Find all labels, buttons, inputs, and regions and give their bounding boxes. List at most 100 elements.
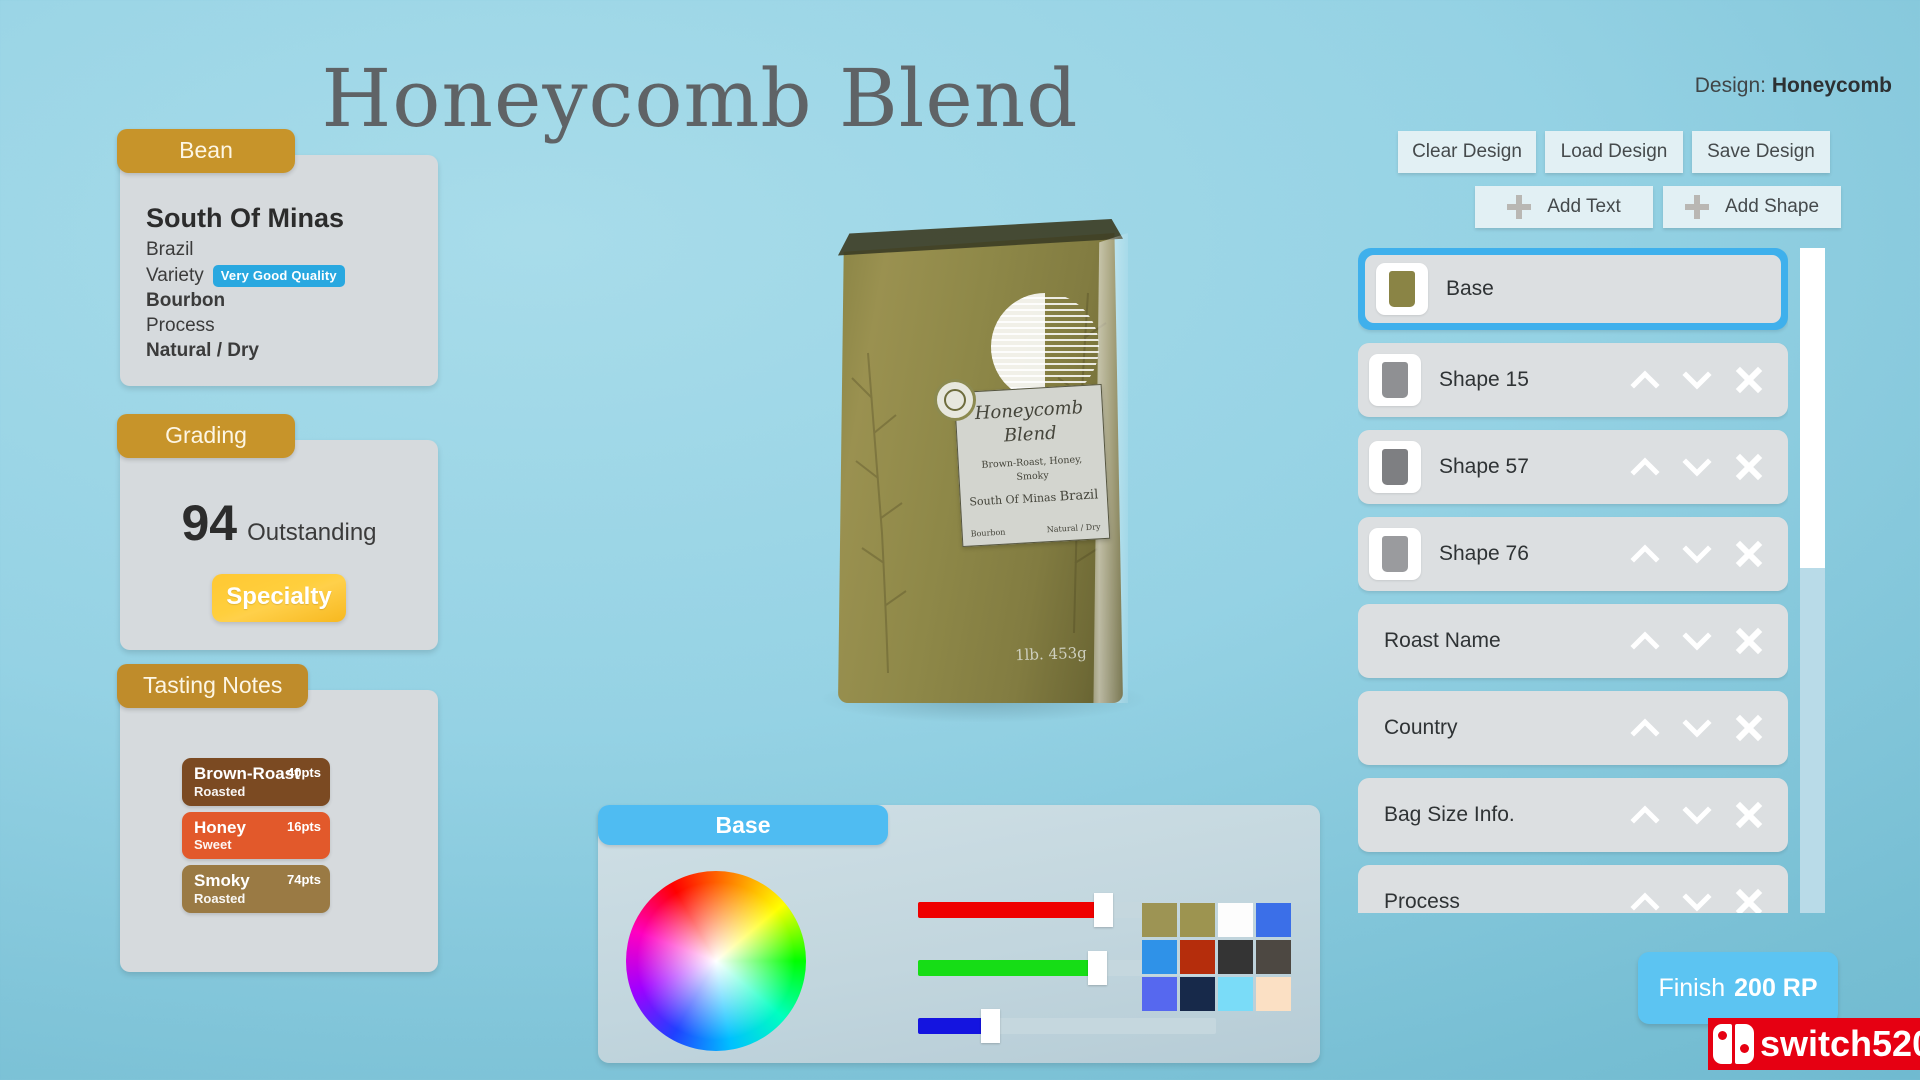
grade-row: 94 Outstanding <box>120 482 438 552</box>
layer-thumbnail <box>1369 441 1421 493</box>
color-swatch[interactable] <box>1142 977 1177 1011</box>
color-swatch[interactable] <box>1180 977 1215 1011</box>
color-swatch[interactable] <box>1180 903 1215 937</box>
color-swatch[interactable] <box>1256 940 1291 974</box>
grading-card: Grading 94 Outstanding Specialty <box>117 414 438 650</box>
grade-score: 94 <box>181 495 238 551</box>
layer-row[interactable]: Roast Name <box>1358 604 1788 678</box>
layer-list[interactable]: Base Shape 15 Shape 57 Shape 76 Roast Name Co… <box>1358 248 1788 913</box>
layer-controls <box>1630 452 1764 482</box>
layer-row[interactable]: Base <box>1358 248 1788 330</box>
chevron-up-icon[interactable] <box>1630 539 1660 569</box>
layer-controls <box>1630 626 1764 656</box>
red-slider-fill <box>918 902 1103 918</box>
chevron-down-icon[interactable] <box>1682 365 1712 395</box>
close-x-icon[interactable] <box>1734 452 1764 482</box>
chevron-up-icon[interactable] <box>1630 365 1660 395</box>
chevron-up-icon[interactable] <box>1630 800 1660 830</box>
chevron-down-icon[interactable] <box>1682 539 1712 569</box>
close-x-icon[interactable] <box>1734 539 1764 569</box>
add-shape-button[interactable]: Add Shape <box>1663 186 1841 228</box>
design-label-value: Honeycomb <box>1771 74 1892 97</box>
chevron-up-icon[interactable] <box>1630 887 1660 913</box>
color-swatch[interactable] <box>1256 903 1291 937</box>
tasting-note-points: 74pts <box>287 872 321 888</box>
close-x-icon[interactable] <box>1734 713 1764 743</box>
plus-icon <box>1507 195 1532 219</box>
layer-name: Shape 15 <box>1439 368 1529 391</box>
bag-label-country-text: Brazil <box>1059 487 1099 505</box>
color-swatch[interactable] <box>1142 903 1177 937</box>
green-slider-fill <box>918 960 1097 976</box>
color-wheel[interactable] <box>626 871 806 1051</box>
grading-card-tab: Grading <box>117 414 295 458</box>
load-design-button[interactable]: Load Design <box>1545 131 1683 173</box>
design-label-prefix: Design: <box>1694 74 1766 97</box>
layer-row[interactable]: Bag Size Info. <box>1358 778 1788 852</box>
green-slider-knob[interactable] <box>1087 951 1107 985</box>
quality-badge: Very Good Quality <box>212 265 345 287</box>
layer-row[interactable]: Country <box>1358 691 1788 765</box>
tasting-note-points: 40pts <box>287 765 321 780</box>
layer-name: Shape 76 <box>1439 542 1529 565</box>
layer-thumbnail <box>1376 263 1428 315</box>
watermark-text: switch520 <box>1760 1023 1920 1064</box>
layer-controls <box>1630 365 1764 395</box>
tasting-note-points: 16pts <box>287 818 321 834</box>
bag-label-process: Natural / Dry <box>1046 522 1101 535</box>
close-x-icon[interactable] <box>1734 365 1764 395</box>
layer-row[interactable]: Shape 15 <box>1358 343 1788 417</box>
layer-list-scrollbar[interactable] <box>1800 248 1825 913</box>
color-swatch-grid[interactable] <box>1142 903 1291 1011</box>
layer-row-inner: Base <box>1365 255 1781 323</box>
red-slider-knob[interactable] <box>1093 893 1113 927</box>
blue-slider[interactable] <box>918 1009 1216 1043</box>
add-text-button[interactable]: Add Text <box>1475 186 1653 228</box>
finish-cost: 200 RP <box>1734 973 1818 1002</box>
layer-row[interactable]: Shape 57 <box>1358 430 1788 504</box>
chevron-down-icon[interactable] <box>1682 452 1712 482</box>
close-x-icon[interactable] <box>1734 887 1764 913</box>
bag-label-origin: South Of Minas Brazil <box>961 487 1108 510</box>
blue-slider-knob[interactable] <box>980 1009 1000 1043</box>
color-swatch[interactable] <box>1142 940 1177 974</box>
tasting-note-sub: Sweet <box>194 837 232 853</box>
save-design-button[interactable]: Save Design <box>1692 131 1830 173</box>
tasting-note-sub: Roasted <box>194 783 246 799</box>
grade-word: Outstanding <box>247 519 377 546</box>
add-shape-label: Add Shape <box>1724 196 1820 217</box>
color-swatch[interactable] <box>1180 940 1215 974</box>
specialty-badge: Specialty <box>212 574 346 622</box>
chevron-down-icon[interactable] <box>1682 800 1712 830</box>
color-swatch[interactable] <box>1218 977 1253 1011</box>
layer-controls <box>1630 539 1764 569</box>
chevron-up-icon[interactable] <box>1630 452 1660 482</box>
bag-label: Honeycomb Blend Brown-Roast, Honey, Smok… <box>953 383 1111 548</box>
color-swatch[interactable] <box>1256 977 1291 1011</box>
chevron-down-icon[interactable] <box>1682 887 1712 913</box>
chevron-up-icon[interactable] <box>1630 626 1660 656</box>
clear-design-button[interactable]: Clear Design <box>1398 131 1536 173</box>
layer-controls <box>1630 887 1764 913</box>
tasting-note-sub: Roasted <box>194 890 246 906</box>
layer-row[interactable]: Shape 76 <box>1358 517 1788 591</box>
variety-label: Variety <box>146 265 204 286</box>
seal-inner-icon <box>944 389 966 411</box>
color-swatch[interactable] <box>1218 903 1253 937</box>
close-x-icon[interactable] <box>1734 626 1764 656</box>
bean-card-tab: Bean <box>117 129 295 173</box>
chevron-down-icon[interactable] <box>1682 713 1712 743</box>
chevron-up-icon[interactable] <box>1630 713 1660 743</box>
scrollbar-thumb[interactable] <box>1800 248 1825 568</box>
tasting-note-item: Honey Sweet 16pts <box>182 811 330 860</box>
layer-controls <box>1630 800 1764 830</box>
color-picker-title: Base <box>598 805 888 845</box>
close-x-icon[interactable] <box>1734 800 1764 830</box>
layer-thumbnail <box>1369 528 1421 580</box>
color-swatch[interactable] <box>1218 940 1253 974</box>
tasting-note-item: Smoky Roasted 74pts <box>182 865 330 913</box>
chevron-down-icon[interactable] <box>1682 626 1712 656</box>
plus-icon <box>1684 195 1709 219</box>
layer-row[interactable]: Process <box>1358 865 1788 913</box>
finish-button[interactable]: Finish 200 RP <box>1638 952 1838 1024</box>
